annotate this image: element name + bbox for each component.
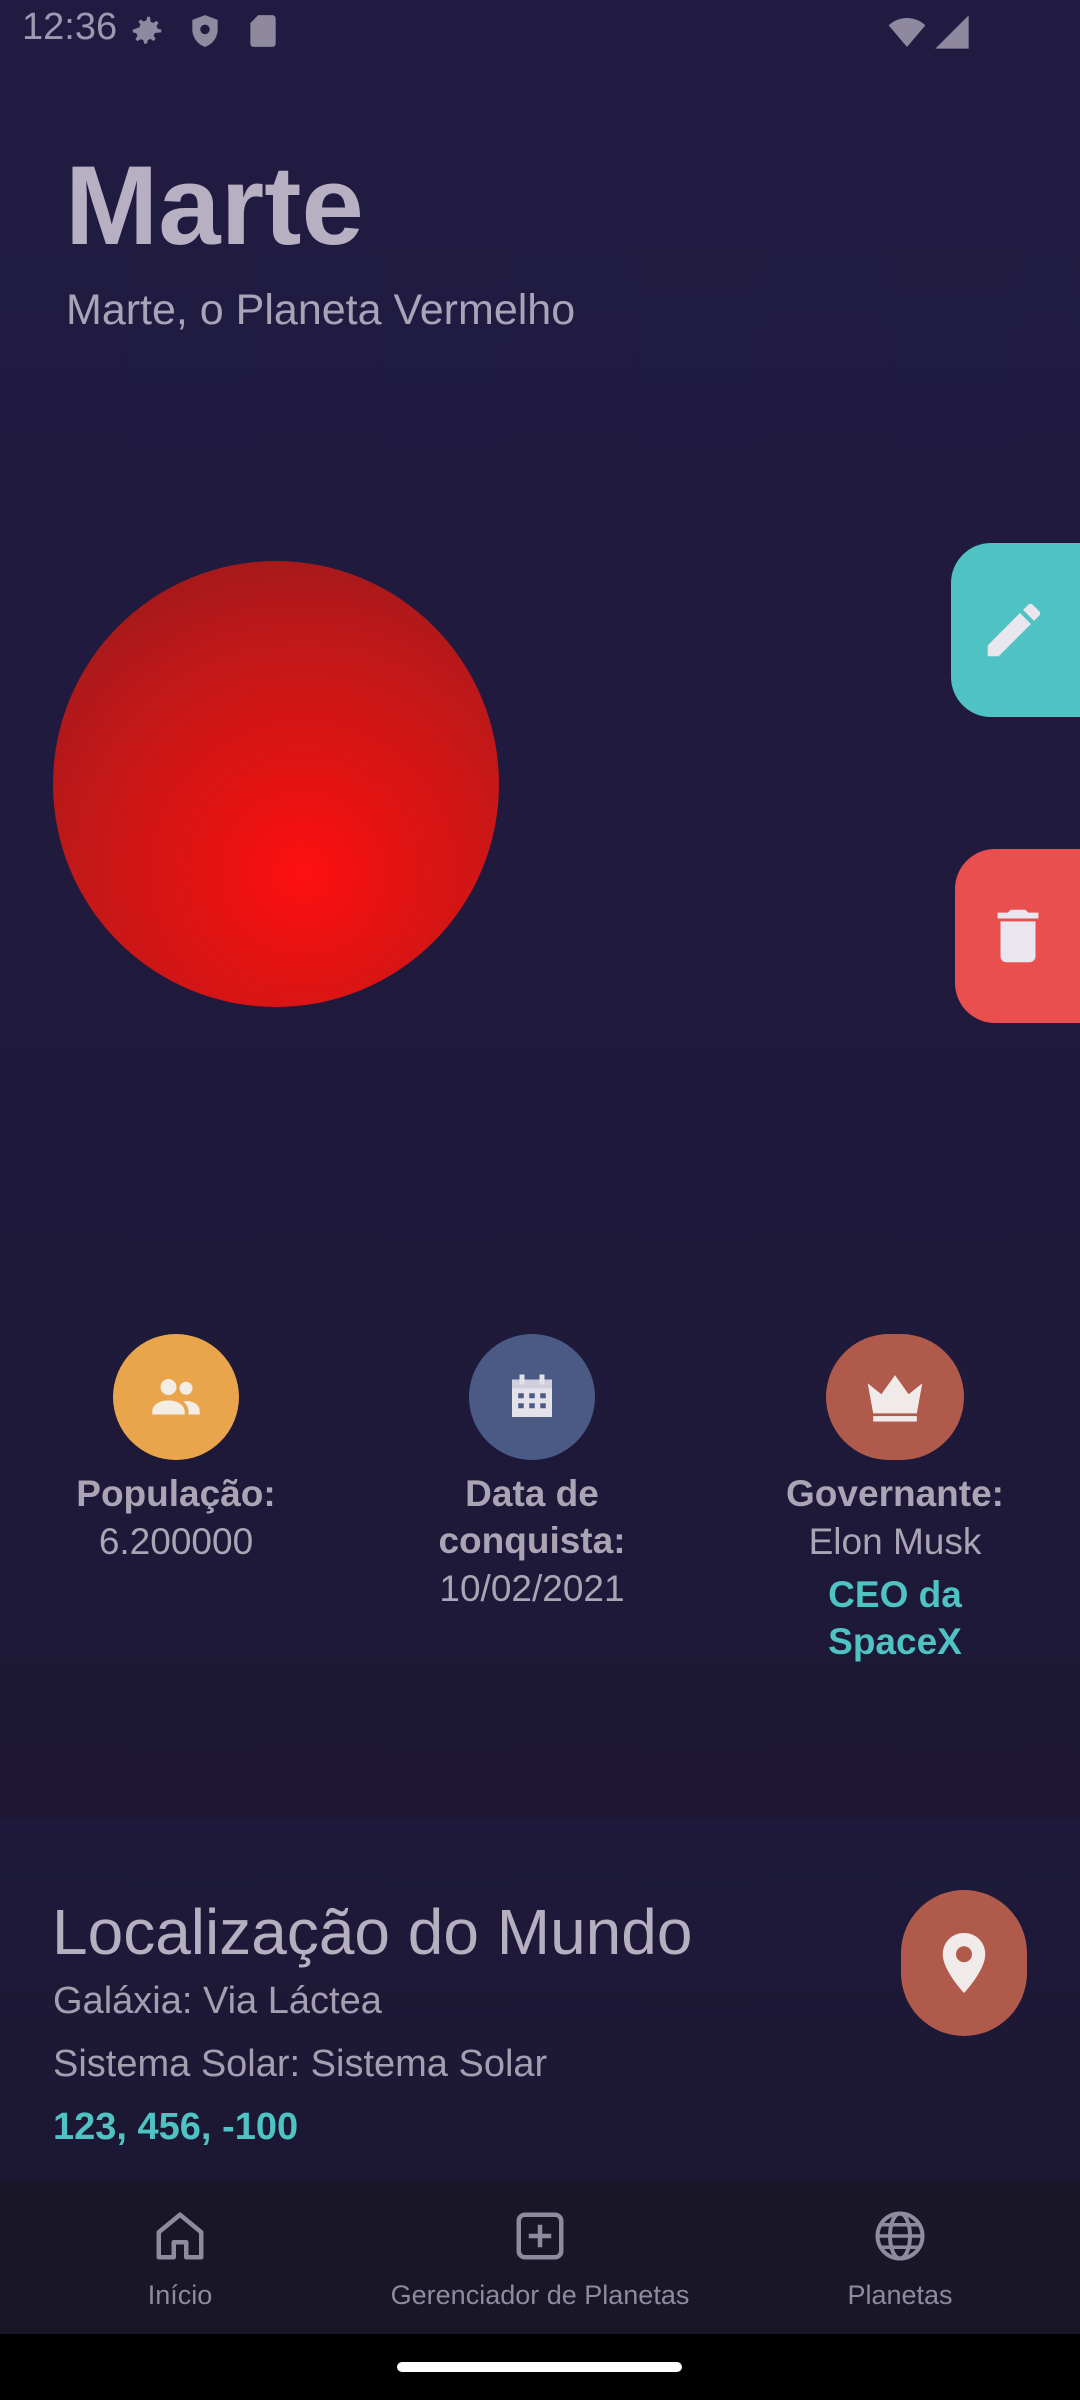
planet-description: Marte, o Planeta Vermelho (66, 286, 576, 334)
location-coordinates: 123, 456, -100 (53, 2106, 299, 2148)
nav-item-planetas[interactable]: Planetas (800, 2180, 1000, 2334)
delete-button[interactable] (955, 849, 1080, 1023)
gear-icon (128, 12, 166, 50)
wifi-icon (887, 12, 927, 52)
ruler-title[interactable]: CEO da SpaceX (745, 1571, 1045, 1665)
status-time: 12:36 (22, 6, 118, 48)
conquest-label-line2: conquista: (438, 1520, 626, 1561)
nav-label-inicio: Início (147, 2280, 213, 2310)
home-gesture-handle[interactable] (397, 2362, 682, 2372)
nav-item-inicio[interactable]: Início (80, 2180, 280, 2334)
conquest-icon-circle (469, 1334, 595, 1460)
trash-icon (997, 909, 1039, 963)
conquest-label-line1: Data de (465, 1473, 599, 1514)
conquest-value: 10/02/2021 (439, 1568, 625, 1609)
nav-item-gerenciador[interactable]: Gerenciador de Planetas (370, 2180, 710, 2334)
planet-sphere (53, 561, 499, 1007)
ruler-value: Elon Musk (808, 1521, 982, 1562)
nav-label-planetas: Planetas (847, 2280, 953, 2310)
conquest-label: Data de conquista: (382, 1470, 682, 1564)
bottom-navigation: Início Gerenciador de Planetas Planetas (0, 2180, 1080, 2334)
conquest-date-stat: Data de conquista: 10/02/2021 (382, 1334, 682, 1614)
location-title: Localização do Mundo (52, 1896, 693, 1968)
ruler-stat: Governante: Elon Musk CEO da SpaceX (745, 1334, 1045, 1665)
population-label: População: (76, 1473, 276, 1514)
sd-card-icon (244, 12, 282, 50)
pencil-icon (987, 603, 1041, 657)
ruler-icon-circle (826, 1334, 964, 1460)
edit-button[interactable] (951, 543, 1080, 717)
add-square-icon (516, 2212, 564, 2260)
location-solar-system: Sistema Solar: Sistema Solar (53, 2043, 548, 2085)
status-bar: 12:36 (0, 0, 1080, 64)
globe-icon (875, 2211, 925, 2261)
ruler-title-line2: SpaceX (828, 1621, 962, 1662)
map-pin-icon (942, 1933, 986, 1993)
ruler-label: Governante: (786, 1473, 1004, 1514)
population-value: 6.200000 (98, 1521, 254, 1562)
map-location-button[interactable] (901, 1890, 1027, 2036)
shield-icon (186, 12, 224, 50)
planet-name: Marte (65, 143, 364, 268)
crown-icon (867, 1375, 923, 1422)
calendar-icon (512, 1374, 552, 1417)
ruler-title-line1: CEO da (828, 1574, 962, 1615)
signal-icon (932, 12, 972, 52)
location-galaxy: Galáxia: Via Láctea (53, 1980, 382, 2022)
home-icon (156, 2212, 204, 2260)
population-icon-circle (113, 1334, 239, 1460)
population-stat: População: 6.200000 (26, 1334, 326, 1567)
people-icon (152, 1379, 200, 1415)
nav-label-gerenciador: Gerenciador de Planetas (390, 2280, 690, 2310)
gesture-bar (0, 2334, 1080, 2400)
